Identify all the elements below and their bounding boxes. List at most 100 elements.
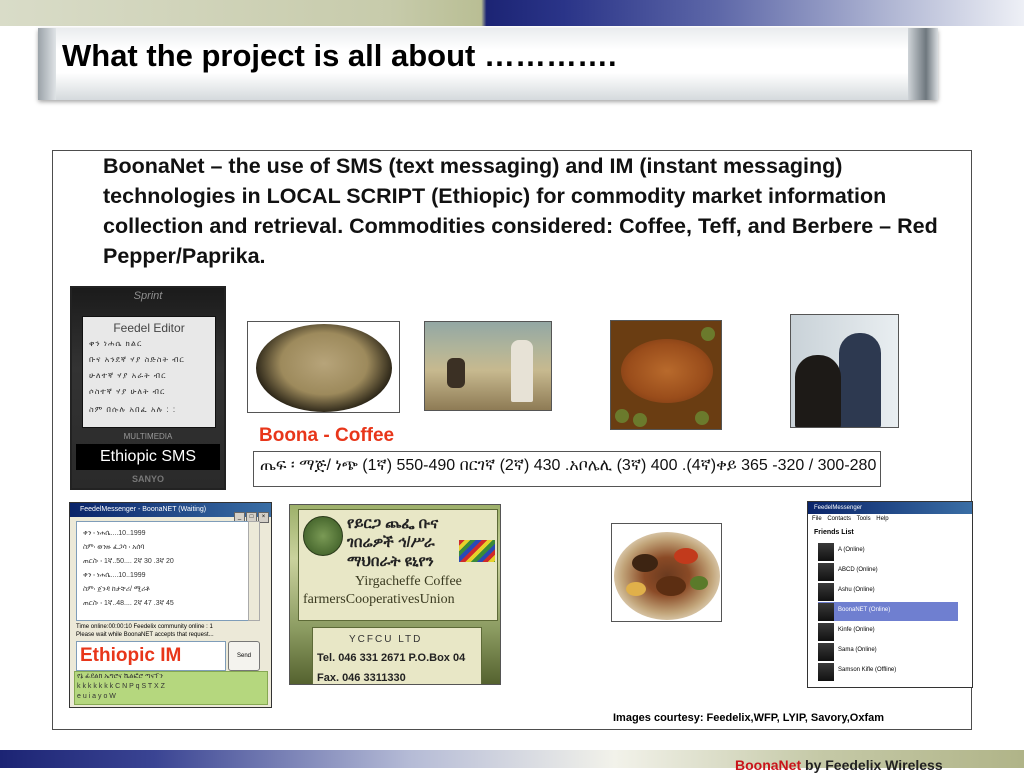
sign-amharic-line: የይርጋ ጨፌ ቡና [347, 515, 439, 532]
injera-food-photo [611, 523, 722, 622]
title-bar-left-cap [38, 28, 56, 100]
chat-line: ስም፡ ወንዙ ፈጋሳ ፡ አሰባ [83, 544, 145, 551]
phone-maker-logo: SANYO [131, 474, 164, 484]
friend-item: Sama (Online) [818, 642, 958, 661]
phone-screen-row: ቡና አንደኛ ሃያ ስድስት ብር [89, 355, 185, 364]
sign-amharic-line: ማህበራት ዩኒየን [347, 553, 434, 570]
friend-item: ABCD (Online) [818, 562, 958, 581]
cooperative-sign-photo: የይርጋ ጨፌ ቡና ገበሬዎች ኅ/ሥራ ማህበራት ዩኒየን Yirgach… [289, 504, 501, 685]
friends-window-title: FeedelMessenger [808, 502, 972, 514]
phone-multimedia-text: MULTIMEDIA [123, 432, 173, 441]
ethiopic-im-screenshot: FeedelMessenger - BoonaNET (Waiting) _ □ ×… [69, 502, 272, 708]
ethiopic-im-label: Ethiopic IM [80, 645, 182, 666]
phone-brand-logo: Sprint [133, 290, 163, 302]
friend-item-selected: BoonaNET (Online) [818, 602, 958, 621]
avatar [818, 543, 834, 561]
farmers-using-phone-photo [790, 314, 899, 428]
food-portion [632, 554, 658, 572]
sign-amharic-line: ገበሬዎች ኅ/ሥራ [347, 534, 435, 551]
cardamom-pod [695, 411, 709, 425]
status-line: Please wait while BoonaNET accepts that … [76, 632, 214, 638]
berbere-pile [621, 339, 713, 403]
send-button: Send [228, 641, 260, 671]
phone-screen-row: ስም በሱሉ አበፈ አሉ : : [89, 405, 177, 414]
avatar [818, 583, 834, 601]
phone-screen-row: ሶስተኛ ሃያ ሁለት ብር [89, 387, 166, 396]
avatar [818, 623, 834, 641]
coffee-beans-photo [247, 321, 400, 413]
price-message-text: ጤፍ ፡ ማጅ/ ነጭ (1ኛ) 550-490 በርገኛ (2ኛ) 430 .… [260, 457, 877, 474]
sign-rainbow-stripes [459, 540, 495, 562]
avatar [818, 643, 834, 661]
footer-brand: BoonaNet [735, 757, 802, 773]
food-portion [674, 548, 698, 564]
person-seated [795, 355, 841, 427]
keyboard-row: የኔ ፊደልክ ኤግሮና ሼልፎሮ ጣናፕን [77, 673, 163, 680]
intro-paragraph: BoonaNet – the use of SMS (text messagin… [103, 154, 938, 268]
friend-name: BoonaNET (Online) [838, 607, 891, 613]
slide-title: What the project is all about …………. [62, 38, 617, 73]
food-portion [626, 582, 646, 596]
cardamom-pod [633, 413, 647, 427]
sign-english-line: farmersCooperativesUnion [303, 592, 455, 607]
berbere-spice-photo [610, 320, 722, 430]
friends-menu-bar: File Contacts Tools Help [812, 516, 889, 522]
top-decorative-band [0, 0, 1024, 26]
friend-item: A (Online) [818, 542, 958, 561]
ethiopic-sms-label: Ethiopic SMS [76, 444, 220, 470]
cardamom-pod [615, 409, 629, 423]
teff-farmer [511, 340, 533, 402]
avatar [818, 603, 834, 621]
friend-name: Samson Kifle (Offline) [838, 667, 897, 673]
teff-harvest-photo [424, 321, 552, 411]
sign-telephone: Tel. 046 331 2671 P.O.Box 04 [317, 652, 466, 664]
footer-text: BoonaNet by Feedelix Wireless [735, 757, 943, 773]
phone-screen-row: ሁለተኛ ሃያ አራት ብር [89, 371, 167, 380]
title-bar-right-cap [908, 28, 938, 100]
friends-list-screenshot: FeedelMessenger File Contacts Tools Help… [807, 501, 973, 688]
friend-item: Samson Kifle (Offline) [818, 662, 958, 681]
cooperative-logo [303, 516, 343, 556]
avatar [818, 563, 834, 581]
chat-line: ቀን ፡ ነሐሴ....10..1999 [83, 530, 146, 537]
friend-name: Sama (Online) [838, 647, 877, 653]
food-portion [690, 576, 708, 590]
chat-line: ጠርስ፡ ፡ 1ኛ..50.... 2ኛ 30 .3ኛ 20 [83, 558, 174, 565]
friend-name: A (Online) [838, 547, 865, 553]
sign-board-upper: የይርጋ ጨፌ ቡና ገበሬዎች ኅ/ሥራ ማህበራት ዩኒየን Yirgach… [298, 509, 498, 621]
friend-name: Ashu (Online) [838, 587, 875, 593]
chat-scrollbar [248, 521, 260, 621]
phone-photo: Sprint Feedel Editor ቀን ነሐሴ ክልር ቡና አንደኛ … [70, 286, 226, 490]
messenger-status: Time online:00:00:10 Feedelix community … [76, 623, 214, 639]
image-credits: Images courtesy: Feedelix,WFP, LYIP, Sav… [613, 712, 885, 724]
teff-worker [447, 358, 465, 388]
avatar [818, 663, 834, 681]
friend-item: Kinfe (Online) [818, 622, 958, 641]
cardamom-pod [701, 327, 715, 341]
ethiopic-keyboard: የኔ ፊደልክ ኤግሮና ሼልፎሮ ጣናፕን k k k k k k k C N… [74, 671, 268, 705]
phone-editor-title: Feedel Editor [113, 321, 185, 335]
price-message-box: ጤፍ ፡ ማጅ/ ነጭ (1ኛ) 550-490 በርገኛ (2ኛ) 430 .… [253, 451, 881, 487]
chat-line: ቀን ፡ ነሐሴ....10..1999 [83, 572, 146, 579]
food-portion [656, 576, 686, 596]
friend-name: ABCD (Online) [838, 567, 878, 573]
sign-fax: Fax. 046 3311330 [317, 672, 406, 684]
sign-amharic-text: የይርጋ ጨፌ ቡና ገበሬዎች ኅ/ሥራ ማህበራት ዩኒየን [347, 514, 438, 571]
status-line: Time online:00:00:10 Feedelix community … [76, 624, 213, 630]
phone-screen-row: ቀን ነሐሴ ክልር [89, 339, 143, 348]
keyboard-row: k k k k k k k C N P q S T X Z [77, 683, 165, 690]
friends-list-heading: Friends List [814, 529, 854, 536]
sign-board-lower: YCFCU LTD Tel. 046 331 2671 P.O.Box 04 F… [312, 627, 482, 684]
phone-screen: Feedel Editor ቀን ነሐሴ ክልር ቡና አንደኛ ሃያ ስድስት… [82, 316, 216, 428]
sign-english-line: Yirgacheffe Coffee [355, 574, 462, 589]
keyboard-row: e u i a y o W [77, 693, 116, 700]
person-standing [839, 333, 881, 427]
friend-name: Kinfe (Online) [838, 627, 875, 633]
footer-tagline: by Feedelix Wireless [801, 757, 943, 773]
friend-item: Ashu (Online) [818, 582, 958, 601]
chat-line: ስም፡ ጀንዳ ከታቸሪ/ ሚሪቶ [83, 586, 150, 593]
coffee-beans-plate [256, 324, 392, 412]
messenger-chat-area: ቀን ፡ ነሐሴ....10..1999 ስም፡ ወንዙ ፈጋሳ ፡ አሰባ ጠ… [76, 521, 250, 621]
chat-line: ጠርስ፡ ፡ 1ኛ..48.... 2ኛ 47 .3ኛ 45 [83, 600, 174, 607]
sign-ycfcu-text: YCFCU LTD [349, 634, 423, 645]
